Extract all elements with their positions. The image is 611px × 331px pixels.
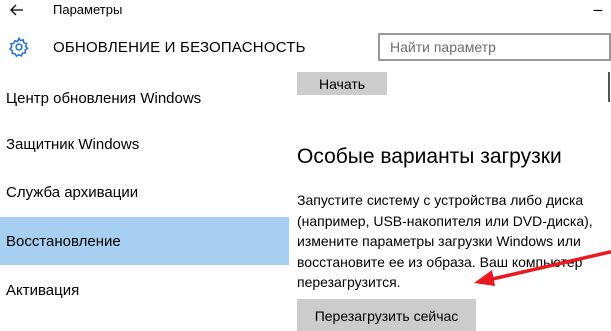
sidebar-item-windows-update[interactable]: Центр обновления Windows bbox=[0, 74, 289, 122]
description-line: измените параметры загрузки Windows или bbox=[297, 233, 581, 249]
page-title: ОБНОВЛЕНИЕ И БЕЗОПАСНОСТЬ bbox=[53, 39, 306, 56]
close-icon[interactable]: ‒ bbox=[593, 2, 603, 18]
description-line: перезагрузится. bbox=[297, 274, 401, 290]
start-button[interactable]: Начать bbox=[297, 72, 387, 95]
page-header: ОБНОВЛЕНИЕ И БЕЗОПАСНОСТЬ bbox=[0, 22, 611, 72]
description-line: восстановите ее из образа. Ваш компьютер bbox=[297, 253, 583, 270]
scrollbar[interactable] bbox=[608, 72, 610, 102]
sidebar-item-windows-defender[interactable]: Защитник Windows bbox=[0, 120, 289, 168]
sidebar-item-activation[interactable]: Активация bbox=[0, 266, 289, 314]
main-content: Начать Особые варианты загрузки Запустит… bbox=[289, 72, 611, 331]
section-heading: Особые варианты загрузки bbox=[297, 145, 562, 168]
description-line: Запустите систему с устройства либо диск… bbox=[297, 192, 584, 208]
sidebar-item-label: Центр обновления Windows bbox=[6, 89, 202, 107]
sidebar-item-recovery[interactable]: Восстановление bbox=[0, 217, 289, 265]
search-input[interactable] bbox=[390, 35, 599, 59]
arrow-left-icon bbox=[10, 4, 23, 16]
back-button[interactable] bbox=[6, 0, 28, 20]
sidebar-item-label: Восстановление bbox=[6, 232, 121, 250]
gear-icon bbox=[8, 36, 29, 58]
sidebar-item-backup[interactable]: Служба архивации bbox=[0, 168, 289, 216]
sidebar-item-label: Служба архивации bbox=[6, 183, 139, 201]
sidebar: Центр обновления Windows Защитник Window… bbox=[0, 72, 289, 331]
search-box[interactable] bbox=[378, 33, 611, 61]
sidebar-item-label: Активация bbox=[6, 281, 80, 299]
restart-now-button[interactable]: Перезагрузить сейчас bbox=[297, 299, 476, 331]
sidebar-item-label: Защитник Windows bbox=[6, 135, 140, 153]
title-bar: Параметры ‒ bbox=[0, 0, 611, 22]
advanced-startup-description: Запустите систему с устройства либо диск… bbox=[297, 190, 611, 293]
window-title: Параметры bbox=[53, 2, 123, 17]
description-line: (например, USB-накопителя или DVD-диска)… bbox=[297, 212, 593, 229]
